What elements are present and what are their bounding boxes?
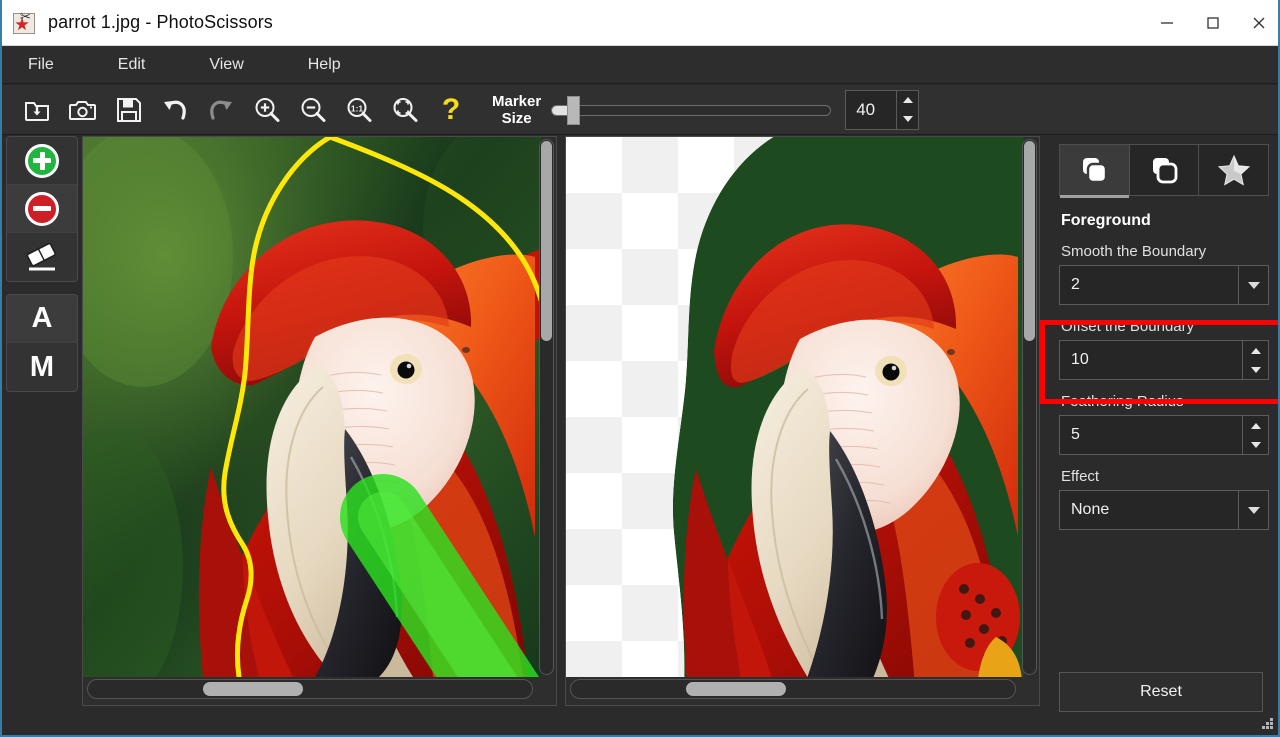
offset-the-boundary-increment-button[interactable] — [1243, 341, 1268, 360]
red-minus-circle-icon — [25, 192, 59, 226]
background-tab[interactable] — [1130, 145, 1200, 195]
manual-mode-label: M — [30, 351, 54, 384]
preview-horizontal-scrollbar[interactable] — [570, 679, 1016, 699]
feathering-radius-label: Feathering Radius — [1061, 393, 1280, 410]
smooth-the-boundary-label: Smooth the Boundary — [1061, 243, 1280, 260]
zoom-fit-icon[interactable] — [382, 88, 428, 132]
source-image-canvas[interactable] — [83, 137, 541, 677]
reset-button-label: Reset — [1140, 683, 1182, 701]
zoom-in-icon[interactable] — [244, 88, 290, 132]
result-preview-canvas[interactable] — [566, 137, 1024, 677]
marker-tool-group — [6, 136, 78, 282]
marker-size-increment-button[interactable] — [897, 91, 918, 110]
auto-mode-button[interactable]: A — [7, 295, 77, 343]
maximize-button[interactable] — [1190, 0, 1236, 46]
menu-item-edit[interactable]: Edit — [102, 52, 162, 78]
effect-label: Effect — [1061, 468, 1280, 485]
offset-the-boundary-stepper-buttons — [1242, 341, 1268, 379]
result-parrot-cutout — [566, 137, 1024, 677]
feathering-radius-decrement-button[interactable] — [1243, 435, 1268, 454]
effect-value[interactable]: None — [1060, 491, 1238, 529]
close-button[interactable] — [1236, 0, 1280, 46]
zoom-actual-size-icon[interactable]: 1:1 — [336, 88, 382, 132]
offset-the-boundary-value[interactable]: 10 — [1060, 341, 1242, 379]
slider-thumb[interactable] — [567, 96, 580, 125]
open-folder-download-icon[interactable] — [14, 88, 60, 132]
menu-item-view[interactable]: View — [193, 52, 259, 78]
marker-size-stepper-buttons — [896, 91, 918, 129]
effect-combobox[interactable]: None — [1059, 490, 1269, 530]
settings-tab-bar — [1059, 144, 1269, 196]
foreground-tab[interactable] — [1060, 145, 1130, 195]
marker-size-stepper[interactable]: 40 — [845, 90, 919, 130]
foreground-marker-button[interactable] — [7, 137, 77, 185]
green-plus-circle-icon — [25, 144, 59, 178]
marker-size-label: Marker Size — [492, 93, 541, 127]
tool-rail: A M — [6, 136, 78, 706]
resize-grip[interactable] — [1261, 718, 1273, 730]
slider-track — [551, 105, 831, 116]
layers-outline-icon — [1147, 153, 1181, 187]
menu-bar: File Edit View Help — [2, 46, 1280, 84]
undo-arrow-icon[interactable] — [152, 88, 198, 132]
preview-vertical-scrollbar-thumb[interactable] — [1024, 141, 1035, 341]
source-horizontal-scrollbar-thumb[interactable] — [203, 682, 303, 696]
auto-mode-label: A — [32, 302, 53, 335]
mode-tool-group: A M — [6, 294, 78, 392]
settings-panel: Foreground Smooth the Boundary 2 Offset … — [1048, 136, 1280, 706]
background-marker-button[interactable] — [7, 185, 77, 233]
preview-vertical-scrollbar[interactable] — [1022, 139, 1037, 675]
star-icon — [1217, 153, 1251, 187]
feathering-radius-stepper-buttons — [1242, 416, 1268, 454]
minimize-button[interactable] — [1144, 0, 1190, 46]
marker-size-slider[interactable] — [551, 101, 831, 119]
eraser-icon — [22, 240, 62, 274]
photoscissors-window: ✂ parrot 1.jpg - PhotoScissors File Edit… — [0, 0, 1280, 737]
window-controls — [1144, 0, 1280, 46]
menu-item-help[interactable]: Help — [292, 52, 357, 78]
save-floppy-icon[interactable] — [106, 88, 152, 132]
result-preview-panel[interactable] — [565, 136, 1040, 706]
offset-the-boundary-label: Offset the Boundary — [1061, 318, 1280, 335]
main-toolbar: 1:1 ? Marker Size 40 — [2, 85, 1280, 135]
toolbar-button-group: 1:1 ? — [2, 88, 474, 132]
zoom-out-icon[interactable] — [290, 88, 336, 132]
smooth-the-boundary-combobox[interactable]: 2 — [1059, 265, 1269, 305]
svg-text:1:1: 1:1 — [351, 103, 364, 113]
chevron-down-icon[interactable] — [1238, 266, 1268, 304]
feathering-radius-increment-button[interactable] — [1243, 416, 1268, 435]
marker-size-value[interactable]: 40 — [846, 91, 896, 129]
source-parrot-image — [83, 137, 541, 677]
camera-icon[interactable] — [60, 88, 106, 132]
manual-mode-button[interactable]: M — [7, 343, 77, 391]
reset-button[interactable]: Reset — [1059, 672, 1263, 712]
source-vertical-scrollbar-thumb[interactable] — [541, 141, 552, 341]
layers-filled-icon — [1077, 153, 1111, 187]
smooth-the-boundary-value[interactable]: 2 — [1060, 266, 1238, 304]
source-vertical-scrollbar[interactable] — [539, 139, 554, 675]
chevron-down-icon[interactable] — [1238, 491, 1268, 529]
eraser-button[interactable] — [7, 233, 77, 281]
marker-size-decrement-button[interactable] — [897, 110, 918, 129]
effects-tab[interactable] — [1199, 145, 1268, 195]
offset-the-boundary-spinbox[interactable]: 10 — [1059, 340, 1269, 380]
source-image-panel[interactable] — [82, 136, 557, 706]
help-question-icon[interactable]: ? — [428, 88, 474, 132]
source-horizontal-scrollbar[interactable] — [87, 679, 533, 699]
offset-the-boundary-decrement-button[interactable] — [1243, 360, 1268, 379]
menu-item-file[interactable]: File — [12, 52, 70, 78]
preview-horizontal-scrollbar-thumb[interactable] — [686, 682, 786, 696]
window-title: parrot 1.jpg - PhotoScissors — [48, 12, 273, 33]
title-bar: ✂ parrot 1.jpg - PhotoScissors — [2, 0, 1280, 46]
feathering-radius-spinbox[interactable]: 5 — [1059, 415, 1269, 455]
redo-arrow-icon[interactable] — [198, 88, 244, 132]
scissors-star-icon: ✂ — [12, 10, 38, 36]
feathering-radius-value[interactable]: 5 — [1060, 416, 1242, 454]
settings-section-title: Foreground — [1061, 212, 1280, 230]
